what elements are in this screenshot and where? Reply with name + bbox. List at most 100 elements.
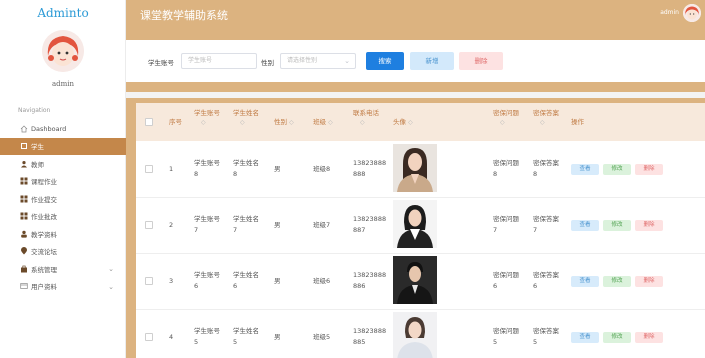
sidebar-item-label: 课程作业 xyxy=(31,178,57,187)
search-panel: 学生账号 学生账号 性别 请选择性别 ⌄ 搜索 新增 删除 xyxy=(126,40,705,82)
sort-icon[interactable]: ◇ xyxy=(533,118,559,127)
avatar-photo[interactable] xyxy=(393,256,437,304)
sidebar-item-homework-grading[interactable]: 作业批改 xyxy=(0,208,126,226)
cell-answer-num: 5 xyxy=(533,338,538,346)
sidebar-item-teaching-materials[interactable]: 教学资料 xyxy=(0,225,126,243)
delete-row-button[interactable]: 删除 xyxy=(635,164,663,175)
row-checkbox[interactable] xyxy=(145,277,153,285)
cell-gender: 男 xyxy=(274,165,281,173)
view-button[interactable]: 查看 xyxy=(571,332,599,343)
delete-row-button[interactable]: 删除 xyxy=(635,220,663,231)
search-button[interactable]: 搜索 xyxy=(366,52,404,70)
header-question[interactable]: 密保问题 ◇ xyxy=(493,109,519,127)
avatar-photo[interactable] xyxy=(393,144,437,192)
sidebar-item-forum[interactable]: 交流论坛 xyxy=(0,243,126,261)
sort-icon[interactable]: ◇ xyxy=(493,118,519,127)
sidebar-item-label: 教师 xyxy=(31,160,44,169)
sort-icon[interactable]: ◇ xyxy=(233,118,259,127)
cell-answer-text: 密保答案 xyxy=(533,159,559,167)
sidebar-item-students[interactable]: 学生 xyxy=(0,137,126,155)
cell-answer-num: 7 xyxy=(533,226,538,234)
cell-name: 学生姓名 8 xyxy=(233,158,259,180)
grid-icon xyxy=(20,195,28,203)
edit-button[interactable]: 修改 xyxy=(603,164,631,175)
sort-icon[interactable]: ◇ xyxy=(194,118,220,127)
table-row: 1 学生账号 8 学生姓名 8 男 班级8 13823888 888 密保问题 8 密 xyxy=(136,141,705,198)
chevron-down-icon: ⌄ xyxy=(108,282,114,291)
cell-question-text: 密保问题 xyxy=(493,215,519,223)
logo: Adminto xyxy=(37,6,89,20)
view-button[interactable]: 查看 xyxy=(571,276,599,287)
table-body: 1 学生账号 8 学生姓名 8 男 班级8 13823888 888 密保问题 8 密 xyxy=(136,141,705,358)
cell-class: 班级8 xyxy=(313,165,331,173)
sort-icon[interactable]: ◇ xyxy=(408,119,413,126)
cell-gender: 男 xyxy=(274,277,281,285)
header-name[interactable]: 学生姓名 ◇ xyxy=(233,109,259,127)
delete-row-button[interactable]: 删除 xyxy=(635,332,663,343)
sidebar-item-system-management[interactable]: 系统管理 ⌄ xyxy=(0,260,126,278)
header-phone-label: 联系电话 xyxy=(353,109,379,117)
cell-account-text: 学生账号 xyxy=(194,327,220,335)
cell-gender: 男 xyxy=(274,221,281,229)
table-row: 3 学生账号 6 学生姓名 6 男 班级6 13823888 886 密保问题 6 密 xyxy=(136,253,705,310)
sort-icon[interactable]: ◇ xyxy=(328,119,333,126)
edit-button[interactable]: 修改 xyxy=(603,276,631,287)
grid-icon xyxy=(20,212,28,220)
header-gender-label: 性别 xyxy=(274,118,287,126)
header-phone[interactable]: 联系电话 ◇ xyxy=(353,109,379,127)
delete-row-button[interactable]: 删除 xyxy=(635,276,663,287)
app-root: Adminto admin Navigation Dashboard 学生 教师… xyxy=(0,0,705,358)
delete-button[interactable]: 删除 xyxy=(459,52,503,70)
sidebar-item-teachers[interactable]: 教师 xyxy=(0,155,126,173)
cell-answer-num: 8 xyxy=(533,170,538,178)
cell-name-text: 学生姓名 xyxy=(233,159,259,167)
add-button[interactable]: 新增 xyxy=(410,52,454,70)
cell-question-text: 密保问题 xyxy=(493,271,519,279)
table-container: 序号 学生账号 ◇ 学生姓名 ◇ 性别 ◇ 班级 ◇ 联系电话 ◇ 头像 ◇ 密… xyxy=(126,98,705,358)
cell-name-num: 8 xyxy=(233,170,238,178)
cell-account: 学生账号 6 xyxy=(194,270,220,292)
header-gender[interactable]: 性别 ◇ xyxy=(274,118,294,127)
select-all-checkbox[interactable] xyxy=(145,118,153,126)
cell-name-num: 7 xyxy=(233,226,238,234)
account-input[interactable]: 学生账号 xyxy=(181,53,257,69)
header-account[interactable]: 学生账号 ◇ xyxy=(194,109,220,127)
cell-phone-line2: 888 xyxy=(353,170,366,178)
cell-name-num: 5 xyxy=(233,338,238,346)
avatar-photo[interactable] xyxy=(393,200,437,248)
sort-icon[interactable]: ◇ xyxy=(289,119,294,126)
cell-phone: 13823888 885 xyxy=(353,326,386,348)
card-icon xyxy=(20,282,28,290)
avatar[interactable] xyxy=(42,30,84,72)
header-avatar[interactable]: 头像 ◇ xyxy=(393,118,413,127)
row-checkbox[interactable] xyxy=(145,333,153,341)
cell-phone-line2: 887 xyxy=(353,226,366,234)
gender-select[interactable]: 请选择性别 ⌄ xyxy=(280,53,356,69)
grid-icon xyxy=(20,142,28,150)
row-checkbox[interactable] xyxy=(145,165,153,173)
sidebar-item-course-homework[interactable]: 课程作业 xyxy=(0,173,126,191)
sidebar-item-user-profile[interactable]: 用户资料 ⌄ xyxy=(0,278,126,296)
view-button[interactable]: 查看 xyxy=(571,164,599,175)
sidebar-item-dashboard[interactable]: Dashboard xyxy=(0,120,126,138)
cell-phone-line2: 886 xyxy=(353,282,366,290)
header-answer[interactable]: 密保答案 ◇ xyxy=(533,109,559,127)
header-answer-label: 密保答案 xyxy=(533,109,559,117)
sidebar-item-label: 交流论坛 xyxy=(31,248,57,257)
sidebar-item-homework-submit[interactable]: 作业提交 xyxy=(0,190,126,208)
cell-answer: 密保答案 5 xyxy=(533,326,559,348)
cell-phone: 13823888 886 xyxy=(353,270,386,292)
header-class[interactable]: 班级 ◇ xyxy=(313,118,333,127)
avatar-photo[interactable] xyxy=(393,312,437,358)
header-avatar[interactable] xyxy=(683,4,701,22)
view-button[interactable]: 查看 xyxy=(571,220,599,231)
header-username[interactable]: admin xyxy=(660,9,679,16)
table-row: 2 学生账号 7 学生姓名 7 男 班级7 13823888 887 密保问题 7 密 xyxy=(136,197,705,254)
cell-name-num: 6 xyxy=(233,282,238,290)
user-icon xyxy=(20,160,28,168)
row-checkbox[interactable] xyxy=(145,221,153,229)
edit-button[interactable]: 修改 xyxy=(603,220,631,231)
edit-button[interactable]: 修改 xyxy=(603,332,631,343)
sidebar-item-label: 用户资料 xyxy=(31,283,57,292)
sort-icon[interactable]: ◇ xyxy=(353,118,379,127)
